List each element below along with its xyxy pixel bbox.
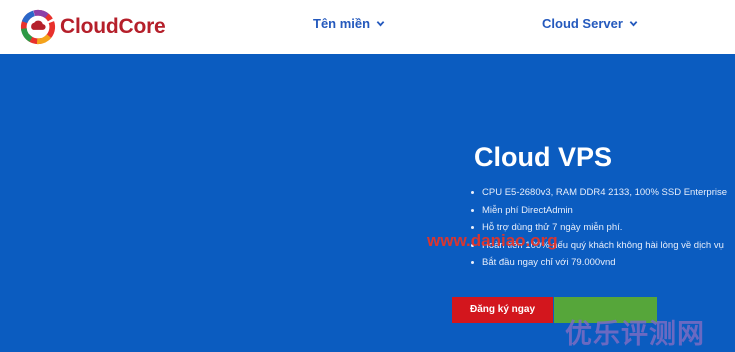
chevron-down-icon — [629, 21, 638, 27]
cloudcore-logo-icon — [20, 9, 56, 45]
hero-banner: Cloud VPS CPU E5-2680v3, RAM DDR4 2133, … — [0, 54, 735, 352]
nav-cloud-server-label: Cloud Server — [542, 16, 623, 31]
watermark-cn: 优乐评测网 — [565, 319, 705, 349]
brand-logo[interactable]: CloudCore — [19, 8, 166, 46]
hero-title: Cloud VPS — [474, 142, 613, 172]
feature-item: CPU E5-2680v3, RAM DDR4 2133, 100% SSD E… — [470, 184, 735, 202]
nav-domain-label: Tên miền — [313, 16, 371, 31]
site-header: CloudCore Tên miền Cloud Server — [0, 0, 735, 54]
nav-cloud-server-menu[interactable]: Cloud Server — [542, 16, 638, 31]
feature-item: Bắt đầu ngay chỉ với 79.000vnd — [470, 254, 735, 272]
feature-list: CPU E5-2680v3, RAM DDR4 2133, 100% SSD E… — [470, 184, 735, 272]
chevron-down-icon — [376, 21, 385, 27]
register-button[interactable]: Đăng ký ngay — [452, 297, 553, 323]
watermark-url: www.daniao.org — [427, 231, 558, 250]
feature-item: Miễn phí DirectAdmin — [470, 202, 735, 220]
logo-text: CloudCore — [60, 15, 166, 38]
nav-domain-menu[interactable]: Tên miền — [313, 16, 385, 31]
